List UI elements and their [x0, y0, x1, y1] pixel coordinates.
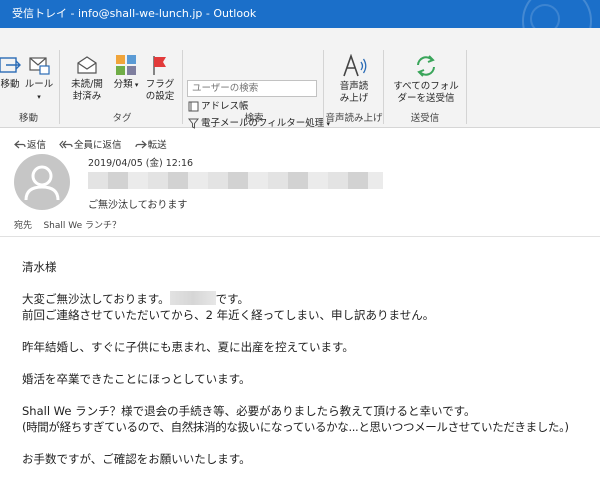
window-title: 受信トレイ - info@shall-we-lunch.jp - Outlook [12, 7, 257, 20]
message-date: 2019/04/05 (金) 12:16 [88, 158, 194, 169]
reply-icon [14, 140, 26, 149]
filter-email-button[interactable]: 電子メールのフィルター処理 ▾ [187, 117, 330, 131]
group-divider [59, 50, 60, 124]
rules-icon [29, 57, 50, 75]
reply-all-button[interactable]: 全員に返信 [59, 140, 125, 151]
message-body: 清水様 大変ご無沙汰しております。 です。 前回ご連絡させていただいてから、2 年… [22, 259, 592, 467]
sender-redacted [88, 172, 383, 189]
move-button[interactable]: 移動 [0, 54, 24, 91]
body-line: 大変ご無沙汰しております。 です。 [22, 291, 592, 307]
read-aloud-icon [343, 54, 367, 77]
sender-avatar [14, 154, 70, 210]
body-line: 婚活を卒業できたことにほっとしています。 [22, 372, 251, 386]
follow-up-flag-button[interactable]: フラグの設定 [142, 54, 178, 103]
envelope-open-icon [77, 56, 97, 74]
address-book-button[interactable]: アドレス帳 [188, 100, 249, 114]
move-group: 移動 ルール ▾ 移動 [0, 32, 57, 126]
titlebar-decoration [530, 4, 560, 28]
reply-button[interactable]: 返信 [14, 140, 49, 151]
speech-group: 音声読み上げ 音声読み上げ [325, 32, 383, 126]
body-line: お手数ですが、ご確認をお願いいたします。 [22, 452, 251, 466]
tags-group-label: タグ [112, 113, 132, 124]
person-icon [24, 165, 60, 201]
name-redacted [169, 291, 216, 305]
unread-read-label: 未読/開封済み [71, 79, 103, 102]
tags-group: 未読/開封済み 分類 ▾ フラグの設定 タグ [62, 32, 182, 126]
title-bar: 受信トレイ - info@shall-we-lunch.jp - Outlook [0, 0, 600, 28]
group-divider [383, 50, 384, 124]
group-divider [323, 50, 324, 124]
ribbon: 移動 ルール ▾ 移動 未読/開封済み 分類 ▾ フラグの設定 タグ 検索 ユー… [0, 28, 600, 131]
body-text: 大変ご無沙汰しております。 [22, 292, 170, 306]
unread-read-button[interactable]: 未読/開封済み [66, 54, 108, 103]
body-greeting: 清水様 [22, 260, 57, 274]
body-text: です。 [215, 292, 250, 306]
read-aloud-button[interactable]: 音声読み上げ [334, 54, 374, 105]
send-receive-group-label: 送受信 [410, 113, 440, 124]
to-label: 宛先 [14, 221, 33, 231]
people-search-input[interactable] [187, 80, 317, 97]
message-actions: 返信 全員に返信 転送 [14, 137, 177, 151]
move-label: 移動 [0, 79, 20, 90]
categorize-icon [116, 55, 136, 75]
move-group-label: 移動 [18, 113, 38, 124]
forward-button[interactable]: 転送 [134, 140, 167, 151]
reply-all-label: 全員に返信 [74, 140, 122, 151]
flag-label: フラグの設定 [145, 79, 175, 102]
flag-icon [153, 56, 166, 75]
address-book-label: アドレス帳 [201, 101, 249, 112]
body-line: 前回ご連絡させていただいてから、2 年近く経ってしまい、申し訳ありません。 [22, 308, 435, 322]
filter-email-label: 電子メールのフィルター処理 [201, 118, 325, 129]
body-line: 昨年結婚し、すぐに子供にも恵まれ、夏に出産を控えています。 [22, 340, 354, 354]
header-divider [0, 236, 600, 237]
read-aloud-label: 音声読み上げ [339, 81, 369, 104]
recipient-line: 宛先 Shall We ランチ？ [14, 218, 121, 231]
rules-label: ルール [24, 79, 54, 90]
rules-button[interactable]: ルール ▾ [24, 54, 54, 103]
body-line: (時間が経ちすぎているので、自然抹消的な扱いになっているかな...と思いつつメー… [22, 420, 569, 434]
message-subject: ご無沙汰しております [88, 200, 188, 211]
categorize-button[interactable]: 分類 ▾ [110, 54, 142, 91]
reply-label: 返信 [27, 140, 47, 151]
to-recipient[interactable]: Shall We ランチ？ [43, 221, 121, 231]
send-receive-all-label: すべてのフォルダーを送受信 [393, 81, 459, 104]
forward-label: 転送 [147, 140, 167, 151]
address-book-icon [188, 101, 199, 112]
group-divider [182, 50, 183, 124]
move-icon [0, 57, 21, 73]
send-receive-group: すべてのフォルダーを送受信 送受信 [385, 32, 465, 126]
send-receive-all-button[interactable]: すべてのフォルダーを送受信 [389, 54, 463, 105]
reply-all-icon [59, 140, 73, 149]
body-line: Shall We ランチ？様で退会の手続き等、必要がありましたら教えて頂けると幸… [22, 404, 476, 418]
categorize-label: 分類 [113, 79, 133, 90]
group-divider [466, 50, 467, 124]
filter-icon [187, 118, 200, 129]
sync-icon [417, 55, 435, 77]
speech-group-label: 音声読み上げ [325, 113, 383, 124]
forward-icon [134, 140, 147, 149]
